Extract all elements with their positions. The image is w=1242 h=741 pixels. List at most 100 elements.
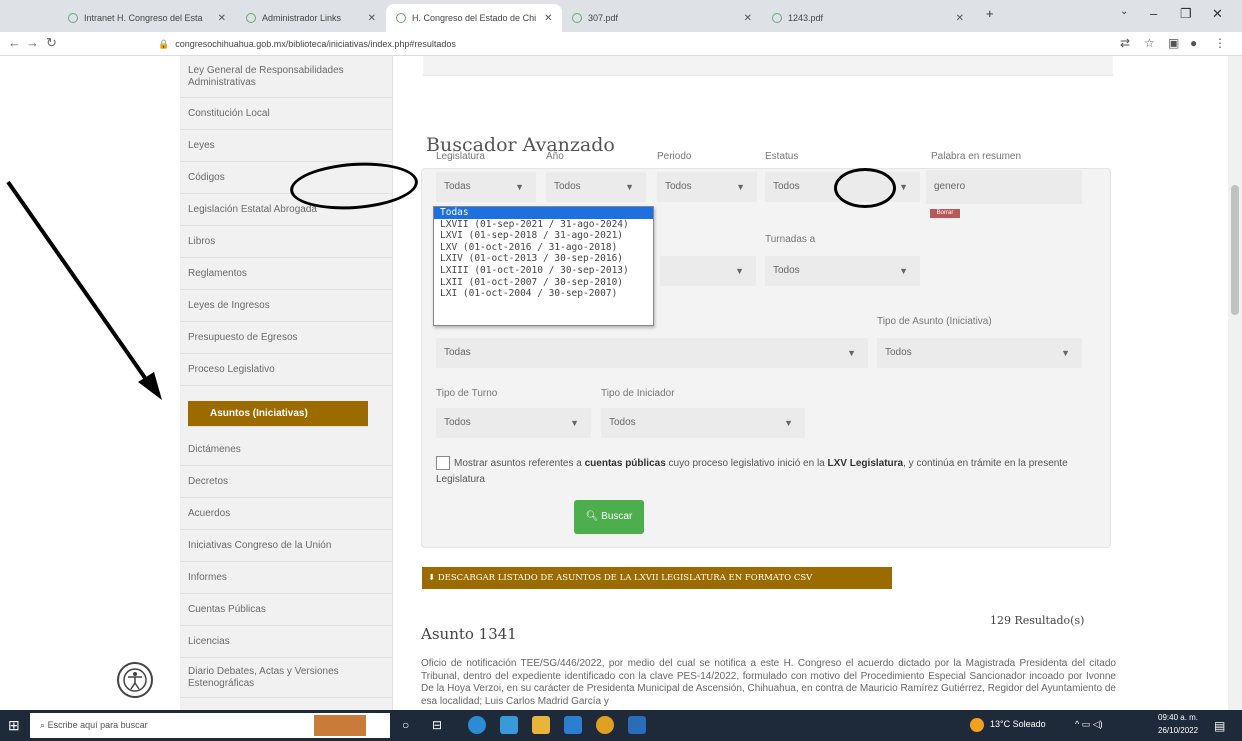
chevron-down-icon: ▼	[899, 182, 908, 192]
new-tab-icon[interactable]: +	[986, 6, 994, 21]
tray-icons[interactable]: ^ ▭ ◁)	[1075, 719, 1103, 730]
annotation-ellipse	[834, 168, 896, 208]
accessibility-icon[interactable]	[117, 662, 153, 698]
search-highlight-image	[314, 715, 366, 736]
tab-search-icon[interactable]: ⌄	[1120, 6, 1128, 17]
store-icon[interactable]	[500, 716, 518, 734]
sidebar-item[interactable]: Proceso Legislativo	[180, 354, 393, 386]
windows-taskbar: ⊞ ⌕ Escribe aquí para buscar ○ ⊟ 13°C So…	[0, 710, 1242, 741]
comision-wide-select[interactable]: Todas ▼	[436, 338, 868, 368]
sidebar-item[interactable]: Leyes de Ingresos	[180, 290, 393, 322]
profile-icon[interactable]: ●	[1190, 36, 1197, 50]
minimize-icon[interactable]: –	[1150, 6, 1157, 21]
dropdown-option[interactable]: LXII (01-oct-2007 / 30-sep-2010)	[434, 277, 653, 289]
weather-text[interactable]: 13°C Soleado	[990, 719, 1046, 729]
label-tipo-turno: Tipo de Turno	[436, 388, 498, 399]
tab-close-icon[interactable]: ✕	[210, 13, 226, 24]
sidebar-item[interactable]: Libros	[180, 226, 393, 258]
browser-tab[interactable]: Administrador Links ✕	[236, 4, 386, 32]
chevron-down-icon: ▼	[570, 418, 579, 428]
sidebar-item[interactable]: Ley General de Responsabilidades Adminis…	[180, 56, 393, 98]
dropdown-option[interactable]: LXIII (01-oct-2010 / 30-sep-2013)	[434, 265, 653, 277]
sidebar-item[interactable]: Iniciativas Congreso de la Unión	[180, 530, 393, 562]
menu-icon[interactable]: ⋮	[1214, 36, 1226, 50]
cuentas-publicas-checkbox[interactable]	[436, 456, 450, 471]
url-field[interactable]: 🔒 congresochihuahua.gob.mx/biblioteca/ini…	[158, 35, 1158, 53]
sidebar-item[interactable]: Leyes	[180, 130, 393, 162]
sidebar-item-asuntos-active[interactable]: Asuntos (Iniciativas)	[188, 401, 368, 427]
clear-badge[interactable]: Borrar	[930, 209, 960, 218]
search-icon: ⌕	[40, 720, 46, 730]
sidebar-item[interactable]: Dictámenes	[180, 434, 393, 466]
result-title: Asunto 1341	[421, 625, 517, 643]
tab-close-icon[interactable]: ✕	[536, 13, 552, 24]
dropdown-option[interactable]: LXV (01-oct-2016 / 31-ago-2018)	[434, 242, 653, 254]
chevron-down-icon: ▼	[847, 348, 856, 358]
label-tipo-asunto: Tipo de Asunto (Iniciativa)	[877, 316, 992, 327]
search-button[interactable]: 🔍︎ Buscar	[574, 500, 644, 534]
sidebar-item[interactable]: Reglamentos	[180, 258, 393, 290]
widgets-icon[interactable]: ⊟	[432, 718, 442, 732]
mail-icon[interactable]	[564, 716, 582, 734]
side-panel-icon[interactable]: ▣	[1168, 36, 1179, 50]
palabra-input[interactable]: genero	[926, 170, 1082, 204]
tipo-iniciador-select[interactable]: Todos ▼	[601, 408, 805, 438]
tab-favicon-icon	[246, 13, 256, 23]
chrome-icon[interactable]	[596, 716, 614, 734]
tab-favicon-icon	[396, 13, 406, 23]
sidebar-item[interactable]: Decretos	[180, 466, 393, 498]
download-csv-button[interactable]: ⬇ DESCARGAR LISTADO DE ASUNTOS DE LA LXV…	[422, 567, 892, 589]
chevron-down-icon: ▼	[515, 182, 524, 192]
clock-date[interactable]: 26/10/2022	[1158, 726, 1198, 735]
translate-icon[interactable]: ⇄	[1120, 36, 1130, 50]
tipo-asunto-select[interactable]: Todos ▼	[877, 338, 1082, 368]
sidebar-item[interactable]: Informes	[180, 562, 393, 594]
chevron-down-icon: ▼	[736, 182, 745, 192]
scrollbar-track[interactable]	[1228, 56, 1242, 710]
file-explorer-icon[interactable]	[532, 716, 550, 734]
browser-tab[interactable]: 1243.pdf ✕	[762, 4, 974, 32]
dropdown-option[interactable]: LXIV (01-oct-2013 / 30-sep-2016)	[434, 253, 653, 265]
tipo-turno-select[interactable]: Todos ▼	[436, 408, 591, 438]
sidebar-item[interactable]: Cuentas Públicas	[180, 594, 393, 626]
turnadas-select[interactable]: Todos ▼	[765, 256, 920, 286]
sidebar-item[interactable]: Constitución Local	[180, 98, 393, 130]
tab-close-icon[interactable]: ✕	[948, 13, 964, 24]
results-count: 129 Resultado(s)	[990, 614, 1085, 627]
label-estatus: Estatus	[765, 151, 799, 162]
dropdown-option[interactable]: LXVI (01-sep-2018 / 31-ago-2021)	[434, 230, 653, 242]
scrollbar-thumb[interactable]	[1231, 185, 1239, 315]
sidebar-item[interactable]: Diario Debates, Actas y Versiones Esteno…	[180, 658, 393, 698]
comision-select[interactable]: ▼	[660, 256, 756, 286]
periodo-select[interactable]: Todos ▼	[657, 172, 757, 202]
task-view-icon[interactable]: ○	[402, 718, 409, 732]
tab-favicon-icon	[572, 13, 582, 23]
dropdown-option[interactable]: Todas	[434, 207, 653, 219]
browser-tab[interactable]: 307.pdf ✕	[562, 4, 762, 32]
label-anio: Año	[546, 151, 564, 162]
sidebar-menu: Ley General de Responsabilidades Adminis…	[180, 56, 393, 710]
clock-time[interactable]: 09:40 a. m.	[1158, 713, 1198, 722]
edge-icon[interactable]	[468, 716, 486, 734]
anio-select[interactable]: Todos ▼	[546, 172, 646, 202]
tab-close-icon[interactable]: ✕	[736, 13, 752, 24]
dropdown-option[interactable]: LXI (01-oct-2004 / 30-sep-2007)	[434, 288, 653, 300]
chevron-down-icon: ▼	[899, 266, 908, 276]
bookmark-star-icon[interactable]: ☆	[1144, 36, 1155, 50]
dropdown-option[interactable]: LXVII (01-sep-2021 / 31-ago-2024)	[434, 219, 653, 231]
label-tipo-iniciador: Tipo de Iniciador	[601, 388, 675, 399]
close-window-icon[interactable]: ✕	[1212, 6, 1223, 22]
sidebar-item[interactable]: Presupuesto de Egresos	[180, 322, 393, 354]
sidebar-item[interactable]: Licencias	[180, 626, 393, 658]
browser-tab-active[interactable]: H. Congreso del Estado de Chi ✕	[386, 4, 562, 32]
windows-start-icon[interactable]: ⊞	[8, 717, 20, 734]
tab-close-icon[interactable]: ✕	[360, 13, 376, 24]
search-icon: 🔍︎	[585, 511, 599, 522]
outlook-icon[interactable]	[628, 716, 646, 734]
label-turnadas: Turnadas a	[765, 234, 816, 245]
sidebar-item[interactable]: Acuerdos	[180, 498, 393, 530]
maximize-icon[interactable]: ❐	[1180, 6, 1192, 22]
top-strip	[423, 56, 1113, 76]
notification-icon[interactable]: ▤	[1214, 719, 1225, 733]
legislatura-select[interactable]: Todas ▼	[436, 172, 536, 202]
